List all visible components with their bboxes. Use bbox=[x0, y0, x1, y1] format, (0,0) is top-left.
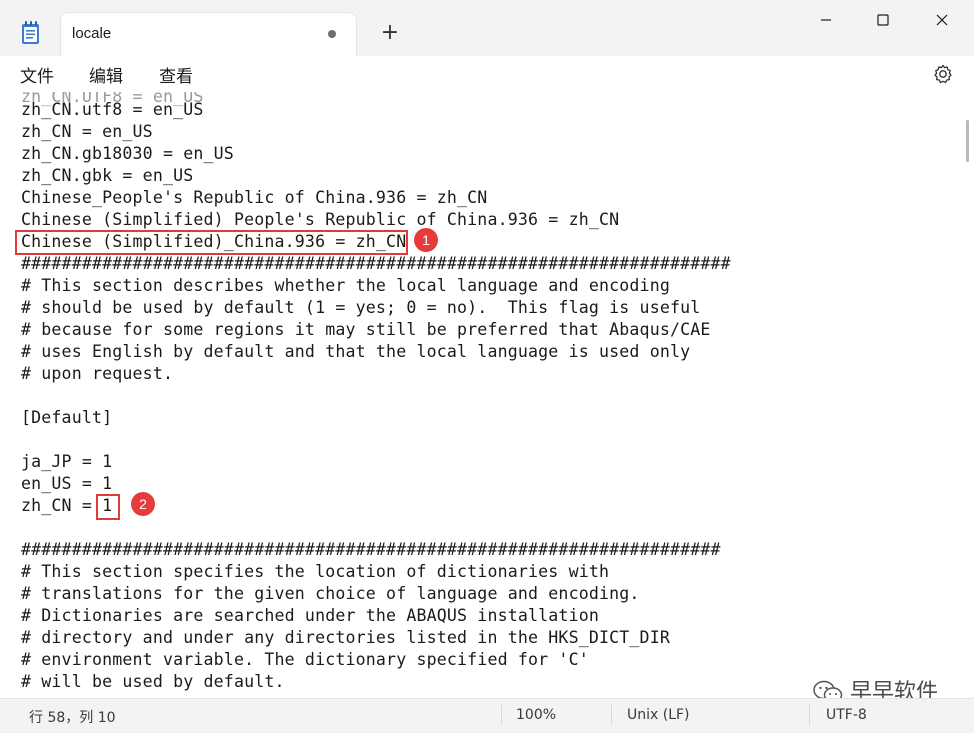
highlight-box-1 bbox=[15, 230, 408, 255]
maximize-icon bbox=[877, 14, 889, 26]
editor-line: [Default] bbox=[21, 408, 113, 427]
status-divider bbox=[611, 705, 612, 725]
zoom-level[interactable]: 100% bbox=[516, 707, 556, 723]
vertical-scrollbar[interactable] bbox=[966, 120, 969, 162]
encoding[interactable]: UTF-8 bbox=[826, 707, 867, 723]
editor-line: # This section describes whether the loc… bbox=[21, 276, 670, 295]
annotation-badge-2: 2 bbox=[131, 492, 155, 516]
editor-line: # should be used by default (1 = yes; 0 … bbox=[21, 298, 701, 317]
text-editor[interactable]: zh_CN.UTF8 = en_US zh_CN.utf8 = en_US zh… bbox=[0, 92, 962, 698]
close-icon bbox=[936, 14, 948, 26]
menu-edit[interactable]: 编辑 bbox=[89, 62, 123, 87]
editor-line: ########################################… bbox=[21, 540, 721, 559]
menu-bar: 文件 编辑 查看 bbox=[0, 56, 974, 92]
minimize-icon bbox=[821, 19, 831, 21]
editor-line: # Dictionaries are searched under the AB… bbox=[21, 606, 599, 625]
editor-line: # uses English by default and that the l… bbox=[21, 342, 691, 361]
editor-line: Chinese_People's Republic of China.936 =… bbox=[21, 188, 488, 207]
editor-line: # upon request. bbox=[21, 364, 174, 383]
status-divider bbox=[501, 705, 502, 725]
editor-line: # translations for the given choice of l… bbox=[21, 584, 640, 603]
status-bar: 行 58，列 10 100% Unix (LF) UTF-8 bbox=[0, 698, 974, 733]
editor-line: ########################################… bbox=[21, 254, 731, 273]
editor-line: # This section specifies the location of… bbox=[21, 562, 610, 581]
menu-view[interactable]: 查看 bbox=[159, 62, 193, 87]
editor-line: zh_CN.utf8 = en_US bbox=[21, 100, 204, 119]
cursor-position[interactable]: 行 58，列 10 bbox=[29, 707, 116, 727]
status-divider bbox=[809, 705, 810, 725]
editor-line: en_US = 1 bbox=[21, 474, 113, 493]
notepad-icon bbox=[20, 20, 42, 46]
editor-line: # directory and under any directories li… bbox=[21, 628, 670, 647]
minimize-button[interactable] bbox=[796, 4, 856, 36]
unsaved-dot-icon[interactable] bbox=[328, 30, 336, 38]
new-tab-button[interactable]: + bbox=[374, 18, 406, 48]
maximize-button[interactable] bbox=[853, 4, 913, 36]
highlight-box-2 bbox=[96, 494, 120, 520]
close-button[interactable] bbox=[912, 4, 972, 36]
line-ending[interactable]: Unix (LF) bbox=[627, 707, 690, 723]
settings-button[interactable] bbox=[931, 62, 955, 86]
editor-line: zh_CN = en_US bbox=[21, 122, 153, 141]
tab-locale[interactable]: locale bbox=[60, 12, 357, 56]
editor-line: # environment variable. The dictionary s… bbox=[21, 650, 589, 669]
editor-line: # will be used by default. bbox=[21, 672, 285, 691]
editor-line: Chinese (Simplified) People's Republic o… bbox=[21, 210, 620, 229]
editor-line: ja_JP = 1 bbox=[21, 452, 113, 471]
menu-file[interactable]: 文件 bbox=[20, 62, 54, 87]
editor-line: zh_CN.gbk = en_US bbox=[21, 166, 194, 185]
gear-icon bbox=[934, 64, 952, 84]
editor-line: # because for some regions it may still … bbox=[21, 320, 711, 339]
tab-title: locale bbox=[72, 25, 112, 42]
annotation-badge-1: 1 bbox=[414, 228, 438, 252]
title-bar: locale + bbox=[0, 0, 974, 56]
editor-line: zh_CN.gb18030 = en_US bbox=[21, 144, 234, 163]
